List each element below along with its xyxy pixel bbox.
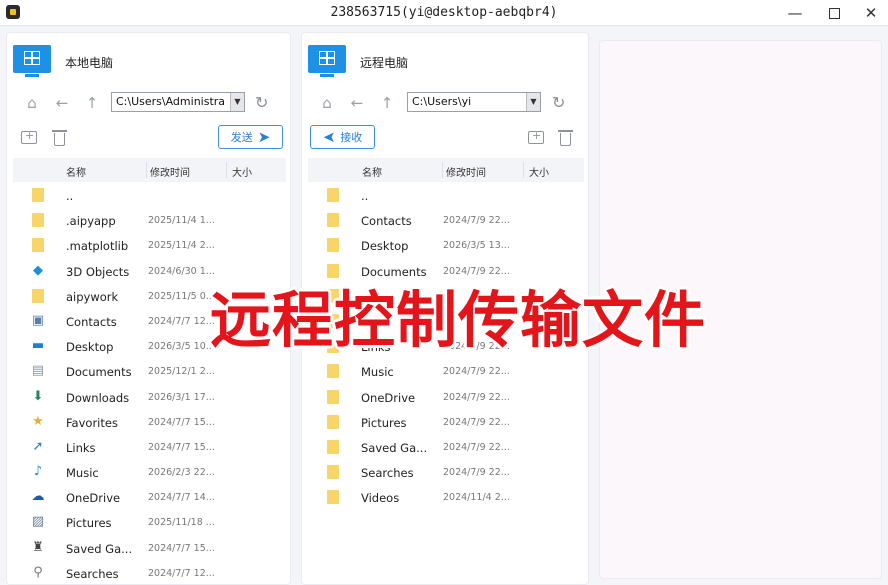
col-size[interactable]: 大小 bbox=[232, 164, 252, 179]
col-modified[interactable]: 修改时间 bbox=[150, 164, 190, 179]
list-item[interactable]: Saved Ga... 2024/7/9 22... bbox=[302, 435, 588, 460]
chevron-down-icon[interactable]: ▼ bbox=[526, 93, 540, 111]
receive-label: 接收 bbox=[340, 131, 363, 144]
local-file-list: .. .aipyapp 2025/11/4 1... .matplotlib 202… bbox=[7, 183, 290, 584]
back-arrow-icon[interactable]: ← bbox=[348, 94, 366, 112]
list-item[interactable]: Videos 2024/11/4 2... bbox=[302, 485, 588, 510]
desktop-icon: ▬ bbox=[31, 338, 45, 354]
home-icon[interactable]: ⌂ bbox=[23, 94, 41, 112]
receive-button[interactable]: ➤ 接收 bbox=[310, 125, 375, 149]
local-column-header: 名称 修改时间 大小 bbox=[13, 158, 286, 182]
list-item[interactable]: ♪ Music 2026/2/3 22... bbox=[7, 460, 290, 485]
col-name[interactable]: 名称 bbox=[362, 164, 382, 179]
links-icon: ➚ bbox=[32, 438, 44, 454]
computer-icon bbox=[13, 45, 51, 77]
remote-computer-icon bbox=[308, 45, 346, 77]
minimize-button[interactable]: — bbox=[776, 0, 814, 26]
contacts-icon: ▣ bbox=[31, 312, 45, 328]
close-button[interactable]: ✕ bbox=[852, 0, 888, 26]
maximize-button[interactable] bbox=[815, 0, 853, 26]
folder-icon bbox=[327, 414, 339, 429]
remote-panel-title: 远程电脑 bbox=[360, 56, 409, 70]
home-icon[interactable]: ⌂ bbox=[318, 94, 336, 112]
list-item[interactable]: ☁ OneDrive 2024/7/7 14... bbox=[7, 485, 290, 510]
local-nav-row: ⌂ ← ↑ C:\Users\Administra ▼ ↻ bbox=[7, 91, 290, 115]
up-arrow-icon[interactable]: ↑ bbox=[378, 94, 396, 112]
local-tool-row: 发送 ➤ bbox=[7, 125, 290, 151]
overlay-caption: 远程控制传输文件 bbox=[210, 285, 707, 356]
list-item[interactable]: ▨ Pictures 2025/11/18 ... bbox=[7, 510, 290, 535]
downloads-icon: ⬇ bbox=[32, 388, 44, 404]
pictures-icon: ▨ bbox=[31, 514, 45, 530]
list-item[interactable]: .aipyapp 2025/11/4 1... bbox=[7, 208, 290, 233]
col-modified[interactable]: 修改时间 bbox=[446, 164, 486, 179]
maximize-icon bbox=[828, 7, 840, 19]
list-item[interactable]: .. bbox=[7, 183, 290, 208]
folder-icon bbox=[327, 490, 339, 505]
3d-objects-icon: ◆ bbox=[33, 262, 43, 278]
list-item[interactable]: ★ Favorites 2024/7/7 15... bbox=[7, 410, 290, 435]
local-panel-title: 本地电脑 bbox=[65, 56, 114, 70]
local-path-input[interactable]: C:\Users\Administra ▼ bbox=[111, 92, 245, 112]
back-arrow-icon[interactable]: ← bbox=[53, 94, 71, 112]
folder-icon bbox=[327, 364, 339, 379]
trash-icon[interactable] bbox=[52, 130, 67, 146]
list-item[interactable]: .. bbox=[302, 183, 588, 208]
list-item[interactable]: Music 2024/7/9 22... bbox=[302, 359, 588, 384]
folder-icon bbox=[32, 288, 44, 303]
window-title: 238563715(yi@desktop-aebqbr4) bbox=[330, 5, 558, 20]
list-item[interactable]: .matplotlib 2025/11/4 2... bbox=[7, 233, 290, 258]
title-bar: 238563715(yi@desktop-aebqbr4) — ✕ bbox=[0, 0, 888, 26]
up-arrow-icon[interactable]: ↑ bbox=[83, 94, 101, 112]
list-item[interactable]: OneDrive 2024/7/9 22... bbox=[302, 385, 588, 410]
saved-games-icon: ♜ bbox=[32, 539, 44, 555]
send-button[interactable]: 发送 ➤ bbox=[218, 125, 283, 149]
folder-icon bbox=[327, 439, 339, 454]
list-item[interactable]: Contacts 2024/7/9 22... bbox=[302, 208, 588, 233]
new-folder-icon[interactable] bbox=[528, 129, 544, 144]
chevron-down-icon[interactable]: ▼ bbox=[230, 93, 244, 111]
remote-path-input[interactable]: C:\Users\yi ▼ bbox=[407, 92, 541, 112]
local-path-text: C:\Users\Administra bbox=[116, 95, 226, 108]
refresh-icon[interactable]: ↻ bbox=[255, 93, 268, 112]
send-label: 发送 bbox=[230, 131, 253, 144]
receive-arrow-icon: ➤ bbox=[322, 128, 336, 146]
list-item[interactable]: Pictures 2024/7/9 22... bbox=[302, 410, 588, 435]
list-item[interactable]: ▤ Documents 2025/12/1 2... bbox=[7, 359, 290, 384]
trash-icon[interactable] bbox=[558, 130, 573, 146]
folder-icon bbox=[32, 188, 44, 202]
list-item[interactable]: ⬇ Downloads 2026/3/1 17... bbox=[7, 385, 290, 410]
col-size[interactable]: 大小 bbox=[529, 164, 549, 179]
favorites-icon: ★ bbox=[32, 413, 44, 429]
col-name[interactable]: 名称 bbox=[66, 164, 86, 179]
refresh-icon[interactable]: ↻ bbox=[552, 93, 565, 112]
searches-icon: ⚲ bbox=[33, 564, 43, 580]
remote-nav-row: ⌂ ← ↑ C:\Users\yi ▼ ↻ bbox=[302, 91, 588, 115]
list-item[interactable]: ⚲ Searches 2024/7/7 12... bbox=[7, 561, 290, 584]
folder-icon bbox=[327, 465, 339, 480]
remote-column-header: 名称 修改时间 大小 bbox=[308, 158, 584, 182]
documents-icon: ▤ bbox=[31, 363, 45, 379]
new-folder-icon[interactable] bbox=[21, 129, 37, 144]
folder-icon bbox=[327, 213, 339, 228]
list-item[interactable]: Desktop 2026/3/5 13... bbox=[302, 233, 588, 258]
list-item[interactable]: ➚ Links 2024/7/7 15... bbox=[7, 435, 290, 460]
remote-path-text: C:\Users\yi bbox=[412, 95, 472, 108]
send-arrow-icon: ➤ bbox=[257, 128, 271, 146]
music-icon: ♪ bbox=[33, 464, 43, 480]
onedrive-icon: ☁ bbox=[31, 489, 45, 505]
list-item[interactable]: ♜ Saved Ga... 2024/7/7 15... bbox=[7, 536, 290, 561]
folder-icon bbox=[327, 238, 339, 253]
remote-tool-row: ➤ 接收 bbox=[302, 125, 588, 151]
folder-icon bbox=[32, 213, 44, 228]
folder-icon bbox=[32, 238, 44, 253]
folder-icon bbox=[327, 188, 339, 202]
folder-icon bbox=[327, 389, 339, 404]
list-item[interactable]: Searches 2024/7/9 22... bbox=[302, 460, 588, 485]
